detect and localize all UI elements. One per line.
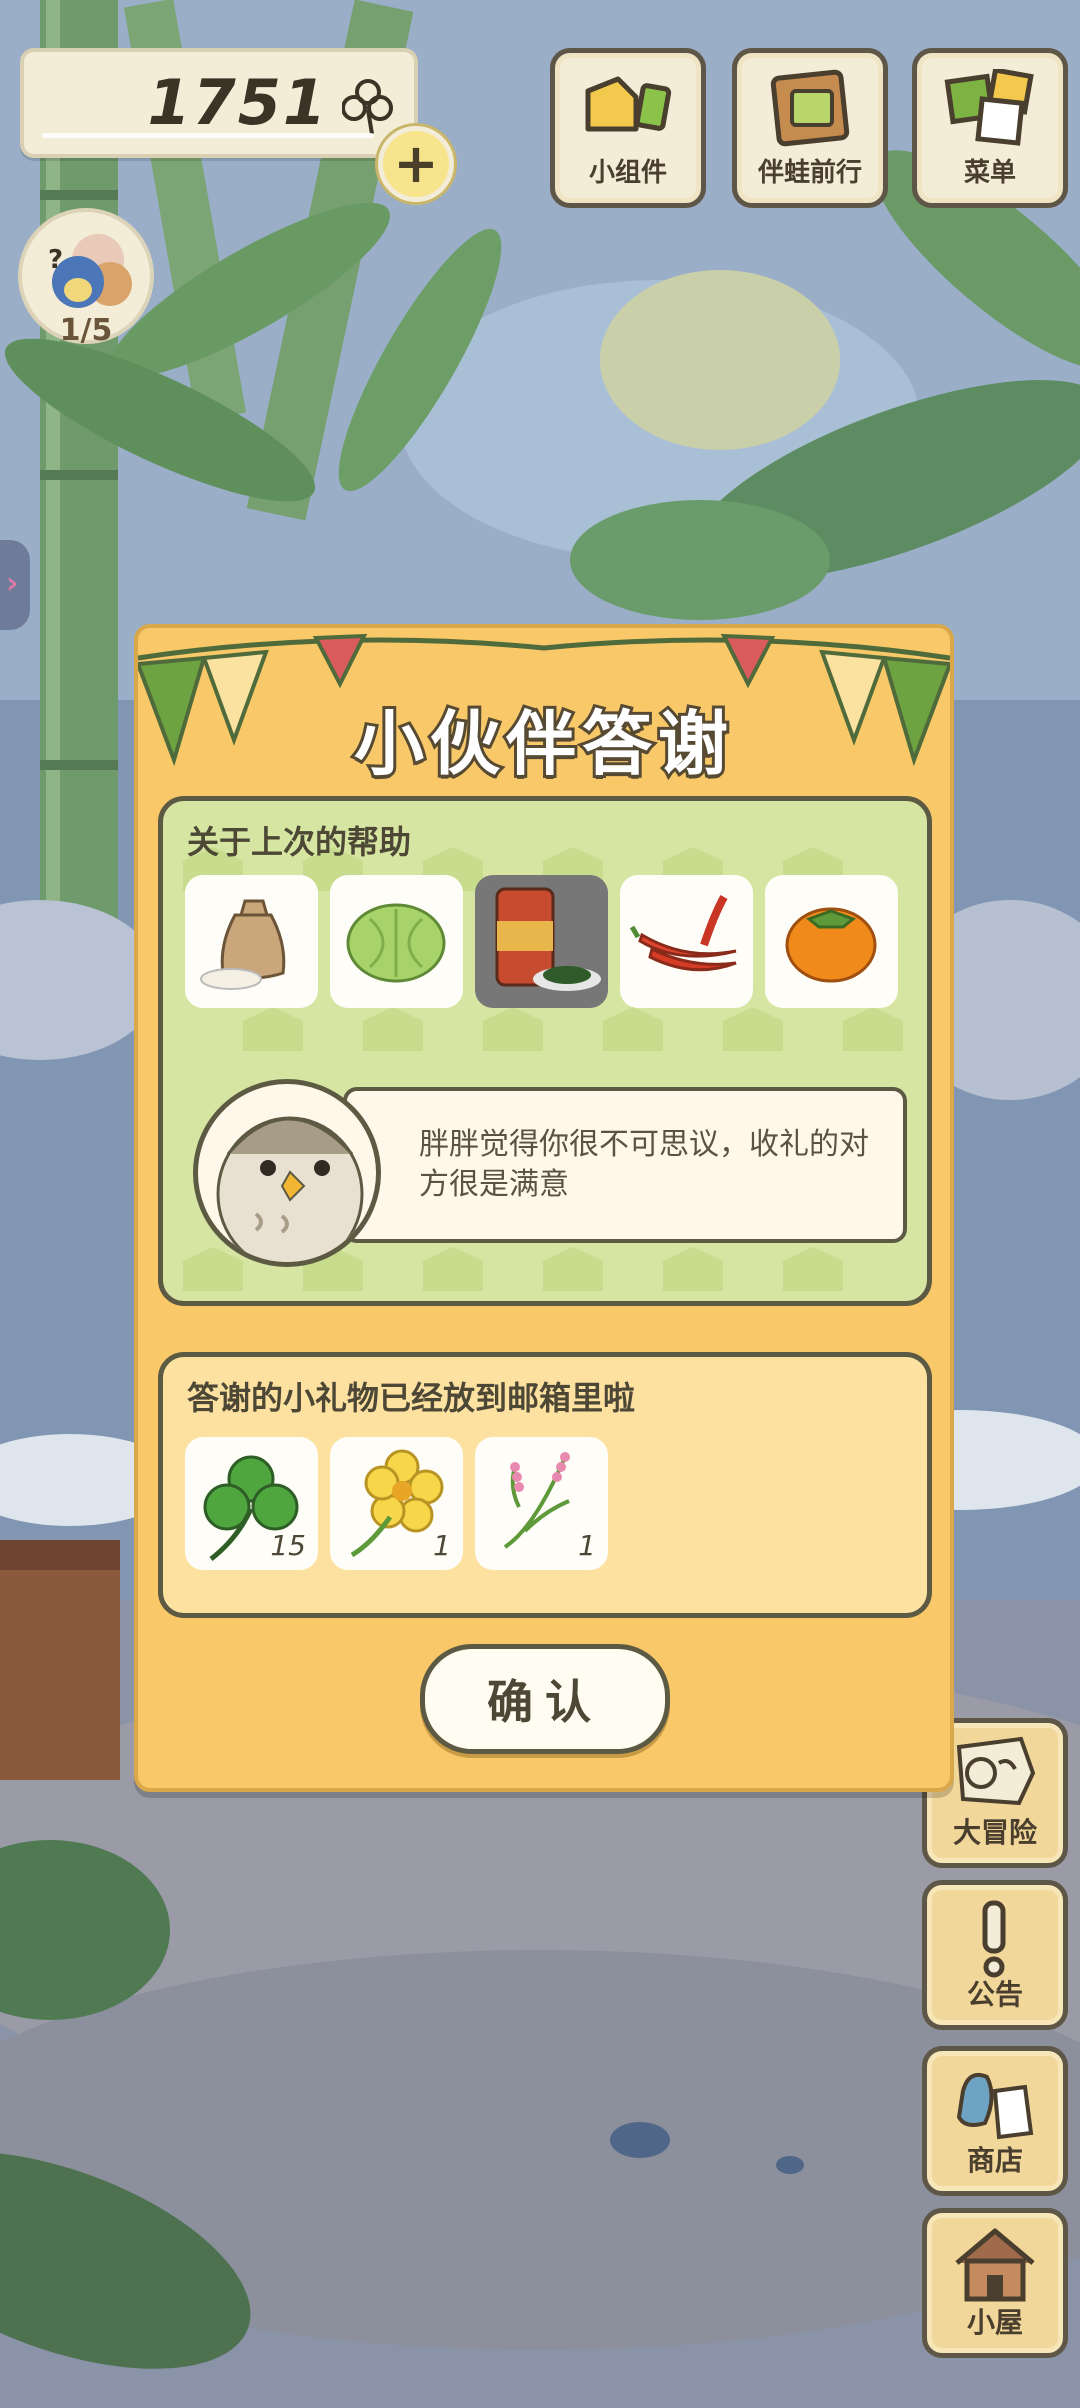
cabbage-icon xyxy=(346,903,446,983)
thank-you-message: 胖胖觉得你很不可思议，收礼的对方很是满意 xyxy=(419,1127,869,1202)
help-item-card[interactable] xyxy=(475,875,608,1008)
menu-icon xyxy=(944,69,1034,146)
gift-qty: 1 xyxy=(578,1529,596,1562)
clover-counter: 1751 xyxy=(20,48,418,158)
spice-jar-icon xyxy=(495,887,601,991)
svg-text:?: ? xyxy=(48,245,63,275)
counter-underline xyxy=(42,133,374,138)
gift-card[interactable]: 15 xyxy=(185,1437,318,1570)
help-panel: 关于上次的帮助 胖胖觉得你很不可思议，收礼的对方很是满意 xyxy=(158,796,932,1306)
bird-avatar xyxy=(193,1079,381,1267)
gift-row: 15 1 1 xyxy=(185,1437,608,1570)
help-item-card[interactable] xyxy=(330,875,463,1008)
friend-count-badge[interactable]: ? 1/5 xyxy=(18,208,154,348)
shop-bag-icon xyxy=(956,2072,1034,2140)
widget-button[interactable]: 小组件 xyxy=(550,48,706,208)
menu-button[interactable]: 菜单 xyxy=(912,48,1068,208)
dialog-title: 小伙伴答谢 xyxy=(351,700,734,788)
help-item-card[interactable] xyxy=(620,875,753,1008)
plus-icon: + xyxy=(393,132,439,195)
friend-count-label: 1/5 xyxy=(59,313,113,348)
persimmon-icon xyxy=(785,907,877,983)
chevron-right-icon: › xyxy=(6,566,19,601)
help-item-row xyxy=(185,875,898,1008)
add-clover-button[interactable]: + xyxy=(378,126,454,202)
help-heading: 关于上次的帮助 xyxy=(187,823,412,861)
shop-button[interactable]: 商店 xyxy=(922,2046,1068,2196)
rice-sack-icon xyxy=(200,899,286,990)
notice-icon xyxy=(982,1900,1006,1978)
thank-you-dialog: 小伙伴答谢 关于上次的帮助 胖胖觉得你很不可思议，收礼的对方很是满意 答谢的小礼… xyxy=(134,624,954,1792)
widget-label: 小组件 xyxy=(588,158,667,188)
gift-qty: 15 xyxy=(270,1529,306,1562)
clover-count: 1751 xyxy=(147,66,328,139)
gift-qty: 1 xyxy=(433,1529,451,1562)
notice-button[interactable]: 公告 xyxy=(922,1880,1068,2030)
gift-card[interactable]: 1 xyxy=(475,1437,608,1570)
house-icon xyxy=(955,2228,1035,2302)
adventure-map-icon xyxy=(956,1736,1036,1806)
menu-label: 菜单 xyxy=(963,158,1016,188)
notice-label: 公告 xyxy=(966,1978,1023,2011)
adventure-label: 大冒险 xyxy=(952,1816,1037,1849)
help-item-card[interactable] xyxy=(185,875,318,1008)
chili-pepper-icon xyxy=(629,895,737,972)
widget-icon xyxy=(585,76,672,132)
house-button[interactable]: 小屋 xyxy=(922,2208,1068,2358)
shop-label: 商店 xyxy=(966,2144,1023,2177)
journey-icon xyxy=(770,69,850,147)
gift-panel: 答谢的小礼物已经放到邮箱里啦 15 1 1 xyxy=(158,1352,932,1618)
gift-card[interactable]: 1 xyxy=(330,1437,463,1570)
house-label: 小屋 xyxy=(966,2306,1023,2339)
gift-heading: 答谢的小礼物已经放到邮箱里啦 xyxy=(187,1379,636,1417)
clover-icon xyxy=(342,79,393,135)
journey-button[interactable]: 伴蛙前行 xyxy=(732,48,888,208)
confirm-button[interactable]: 确认 xyxy=(420,1644,670,1754)
owl-icon xyxy=(216,1116,364,1262)
left-edge-tab[interactable]: › xyxy=(0,540,30,630)
journey-label: 伴蛙前行 xyxy=(757,158,862,188)
message-box: 胖胖觉得你很不可思议，收礼的对方很是满意 xyxy=(343,1087,907,1243)
help-item-card[interactable] xyxy=(765,875,898,1008)
